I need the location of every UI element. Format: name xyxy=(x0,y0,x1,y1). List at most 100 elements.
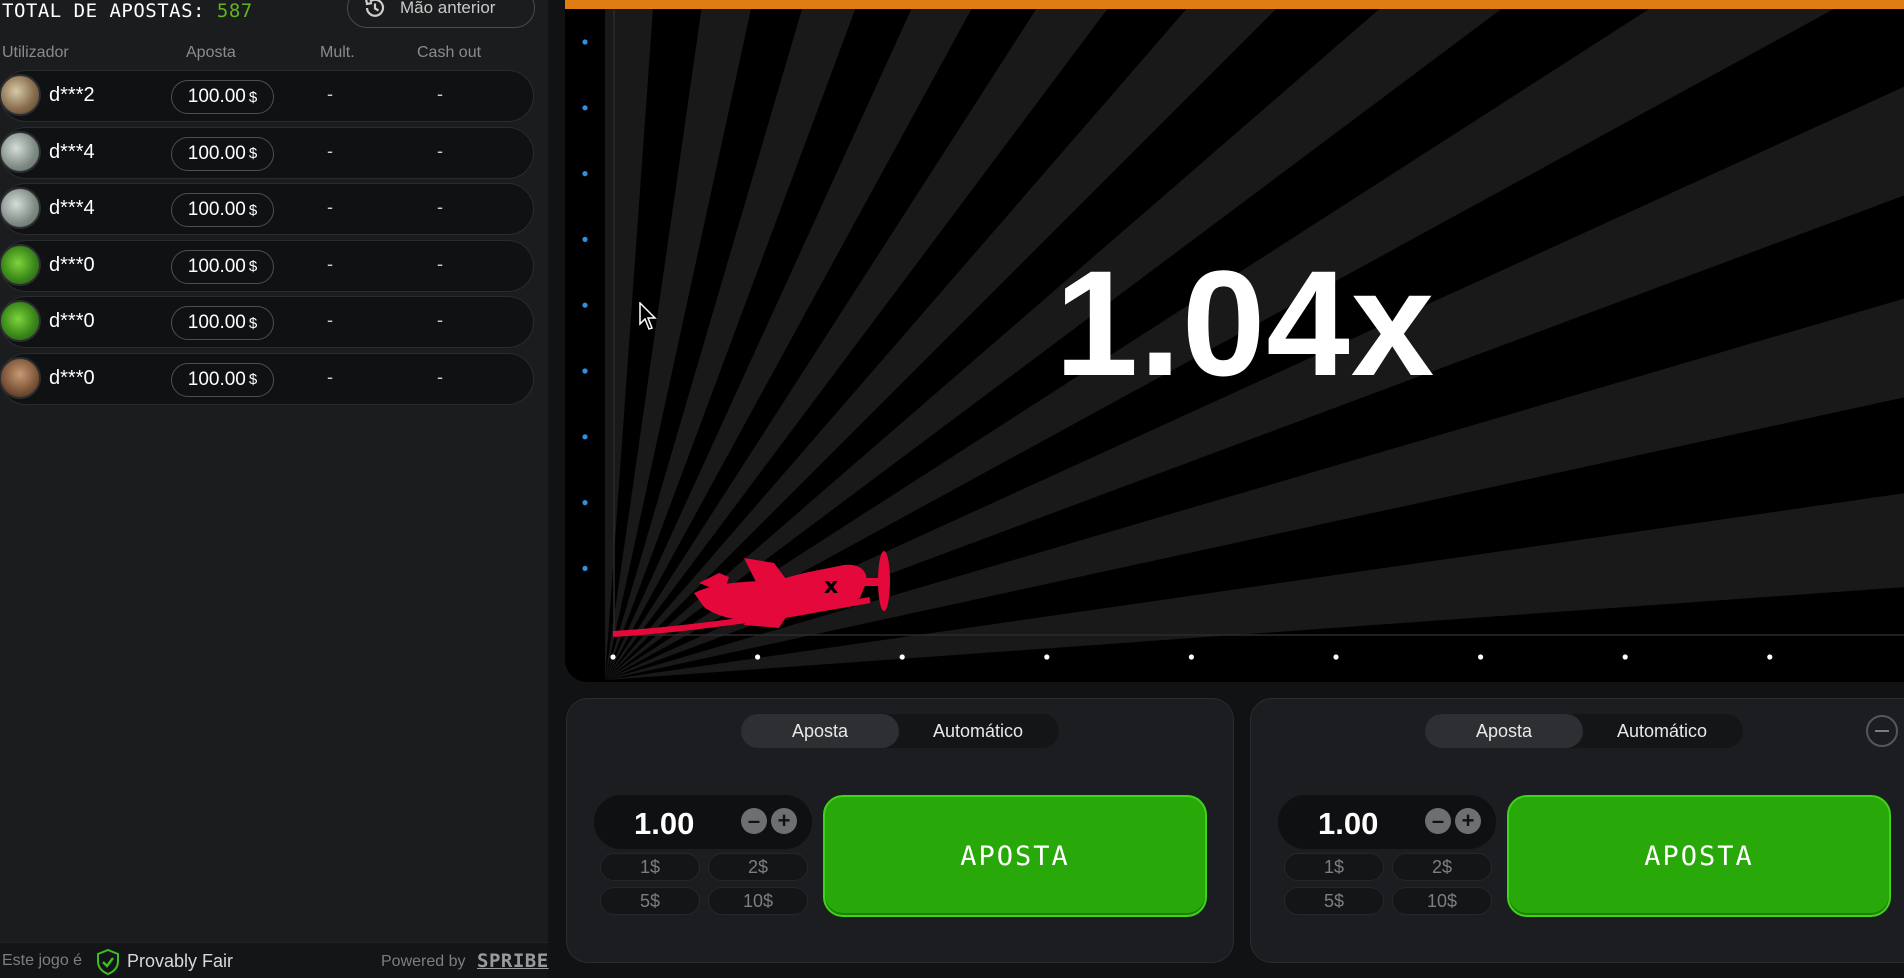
plus-icon[interactable]: + xyxy=(771,808,797,834)
avatar xyxy=(0,356,41,399)
bet-panel-1: Aposta Automático 1.00 – + 1$ 2$ 5$ 10$ … xyxy=(566,698,1234,963)
progress-line xyxy=(565,0,1904,9)
bet-username: d***2 xyxy=(49,84,95,106)
axis-dot-y xyxy=(582,565,588,572)
place-bet-button[interactable]: APOSTA xyxy=(1507,795,1891,917)
axis-dot-x xyxy=(899,654,905,660)
bet-amount-stepper[interactable]: 1.00 – + xyxy=(594,795,812,849)
bets-header: TOTAL DE APOSTAS: 587 Mão anterior xyxy=(0,0,548,36)
bet-row: d***2 100.00 $ - - xyxy=(0,70,534,122)
bet-username: d***4 xyxy=(49,140,95,163)
bet-amount-value[interactable]: 1.00 xyxy=(634,806,694,842)
bet-row: d***0 100.00 $ - - xyxy=(0,352,534,405)
column-cashout: Cash out xyxy=(417,44,482,61)
bet-multiplier: - xyxy=(327,310,333,330)
bet-mode-tabs: Aposta Automático xyxy=(1425,714,1743,748)
avatar xyxy=(0,74,41,116)
axis-dot-y xyxy=(582,236,588,242)
chip-1[interactable]: 1$ xyxy=(1284,853,1384,881)
cursor-icon xyxy=(639,302,657,330)
bet-cashout: - xyxy=(437,253,443,274)
axis-dot-y xyxy=(582,39,588,45)
bet-cashout: - xyxy=(437,84,443,104)
chip-10[interactable]: 10$ xyxy=(708,887,808,915)
powered-by-label: Powered by xyxy=(381,953,466,970)
bet-username: d***4 xyxy=(49,197,95,219)
chip-10[interactable]: 10$ xyxy=(1392,887,1492,915)
total-bets: TOTAL DE APOSTAS: 587 xyxy=(2,0,253,22)
bet-cashout: - xyxy=(437,197,443,217)
provably-fair-link[interactable]: Provably Fair xyxy=(127,951,233,972)
spribe-logo[interactable]: SPRIBE xyxy=(477,950,549,972)
bet-row: d***4 100.00 $ - - xyxy=(0,183,534,235)
axis-dot-x xyxy=(1478,654,1484,660)
total-bets-label: TOTAL DE APOSTAS: xyxy=(2,0,205,22)
column-user: Utilizador xyxy=(2,44,69,61)
svg-text:x: x xyxy=(824,574,838,599)
bet-amount-stepper[interactable]: 1.00 – + xyxy=(1278,795,1496,849)
aviator-game-app: TOTAL DE APOSTAS: 587 Mão anterior Utili… xyxy=(0,0,1904,978)
bet-username: d***0 xyxy=(49,310,95,332)
bet-cashout: - xyxy=(437,366,443,387)
bet-row: d***0 100.00 $ - - xyxy=(0,296,534,348)
axis-dot-y xyxy=(582,171,588,177)
chip-2[interactable]: 2$ xyxy=(1392,853,1492,881)
minus-icon[interactable]: – xyxy=(1425,808,1451,834)
previous-round-button[interactable]: Mão anterior xyxy=(347,0,535,28)
bet-mode-tabs: Aposta Automático xyxy=(741,714,1059,748)
axis-dot-x xyxy=(1188,654,1194,660)
axis-dot-y xyxy=(582,368,588,374)
bet-row: d***0 100.00 $ - - xyxy=(0,239,534,292)
tab-auto[interactable]: Automático xyxy=(1583,714,1741,748)
chip-5[interactable]: 5$ xyxy=(600,887,700,915)
axis-dot-x xyxy=(1767,654,1773,660)
avatar xyxy=(0,243,41,286)
column-mult: Mult. xyxy=(320,44,355,61)
place-bet-button[interactable]: APOSTA xyxy=(823,795,1207,917)
bet-panel-2: Aposta Automático 1.00 – + 1$ 2$ 5$ 10$ … xyxy=(1250,698,1904,963)
bets-list: d***2 100.00 $ - - d***4 100.00 $ - - d***… xyxy=(0,70,534,409)
tab-bet[interactable]: Aposta xyxy=(741,714,899,748)
axis-dot-x xyxy=(1044,654,1050,660)
bet-multiplier: - xyxy=(327,366,333,387)
chip-2[interactable]: 2$ xyxy=(708,853,808,881)
bets-sidebar: TOTAL DE APOSTAS: 587 Mão anterior Utili… xyxy=(0,0,548,978)
bet-username: d***0 xyxy=(49,253,95,276)
avatar xyxy=(0,130,41,173)
shield-check-icon xyxy=(97,949,119,975)
remove-panel-button[interactable] xyxy=(1866,715,1898,747)
minus-icon[interactable]: – xyxy=(741,808,767,834)
bet-amount: 100.00 $ xyxy=(171,80,274,114)
chip-5[interactable]: 5$ xyxy=(1284,887,1384,915)
avatar xyxy=(0,300,41,342)
bet-amount: 100.00 $ xyxy=(171,306,274,340)
column-bet: Aposta xyxy=(186,44,236,61)
bet-amount: 100.00 $ xyxy=(171,193,274,227)
chip-1[interactable]: 1$ xyxy=(600,853,700,881)
tab-auto[interactable]: Automático xyxy=(899,714,1057,748)
bet-amount-value[interactable]: 1.00 xyxy=(1318,806,1378,842)
axis-dot-x xyxy=(610,654,616,660)
bet-multiplier: - xyxy=(327,197,333,217)
axis-dot-x xyxy=(755,654,761,660)
bet-cashout: - xyxy=(437,310,443,330)
bet-multiplier: - xyxy=(327,140,333,161)
plus-icon[interactable]: + xyxy=(1455,808,1481,834)
bet-cashout: - xyxy=(437,140,443,161)
airplane-icon: x xyxy=(694,551,890,628)
bet-amount: 100.00 $ xyxy=(171,362,274,397)
game-is-label: Este jogo é xyxy=(2,952,83,969)
bet-amount: 100.00 $ xyxy=(171,249,274,284)
total-bets-count: 587 xyxy=(216,0,253,22)
history-icon xyxy=(365,0,385,17)
axis-dot-x xyxy=(1333,654,1339,660)
axis-dot-x xyxy=(1622,654,1628,660)
bet-amount: 100.00 $ xyxy=(171,136,274,171)
axis-dot-y xyxy=(582,302,588,308)
avatar xyxy=(0,187,41,229)
bet-row: d***4 100.00 $ - - xyxy=(0,126,534,179)
previous-round-label: Mão anterior xyxy=(400,0,496,17)
sidebar-footer: Este jogo é Provably Fair Powered by SPR… xyxy=(0,942,548,978)
tab-bet[interactable]: Aposta xyxy=(1425,714,1583,748)
axis-dot-y xyxy=(582,105,588,111)
